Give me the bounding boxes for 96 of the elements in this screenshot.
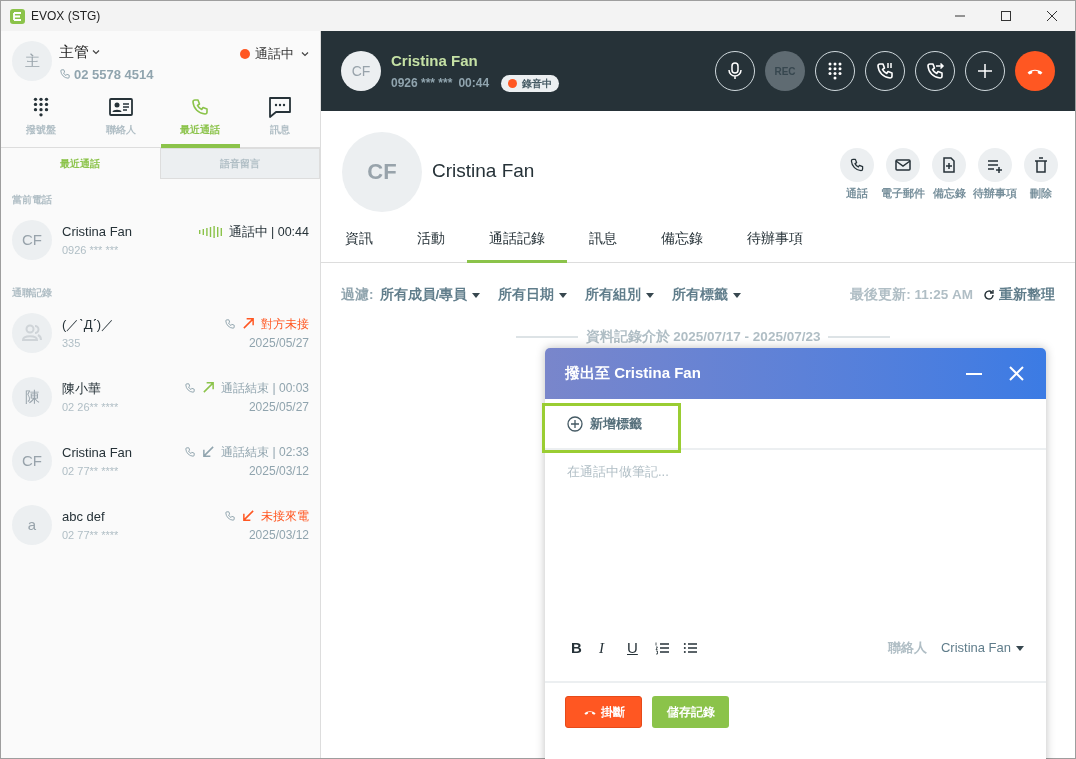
caller-number: 0926 *** *** [391,75,453,93]
app-logo-icon [10,8,25,24]
tab[interactable]: 通話記錄 [467,217,567,263]
call-status: 通話中 | 00:44 [228,224,309,241]
tab[interactable]: 訊息 [567,217,639,263]
filter-dropdown[interactable]: 所有日期 [498,284,568,306]
contact-number: 02 77** **** [62,527,119,543]
contact-name: Cristina Fan [62,444,133,462]
user-phone: 02 5578 4514 [74,65,154,84]
window-title: EVOX (STG) [31,8,101,25]
contact-number: 02 77** **** [62,463,120,479]
phone-icon [184,381,197,394]
bold-button[interactable]: B [571,636,599,660]
contact-avatar: 陳 [12,377,52,417]
contact-label: 聯絡人 [887,639,927,658]
refresh-button[interactable]: 重新整理 [983,284,1055,306]
hang-up-icon [1026,67,1044,75]
contact-name: Cristina Fan [62,223,133,241]
user-name: 主管 [59,42,89,62]
microphone-icon [725,61,745,81]
close-icon [1047,11,1057,21]
contact-name: (／ˋДˊ)／ [62,316,115,334]
phone-forward-icon [925,61,945,81]
tab[interactable]: 資訊 [323,217,395,263]
call-status: 通話結束 | 02:33 [221,443,309,461]
add-tag-button[interactable]: 新增標籤 [567,413,642,434]
phone-pause-icon [875,61,895,81]
call-date: 2025/05/27 [248,398,309,416]
filter-label: 過濾: [341,285,374,304]
note-field[interactable]: 在通話中做筆記... [567,462,1024,632]
status-dropdown[interactable]: 通話中 [240,44,309,64]
contact-number: 02 26** **** [62,399,119,415]
caller-avatar: CF [341,51,381,91]
chevron-down-icon [92,48,100,57]
plus-icon [975,61,995,81]
refresh-icon [983,289,995,301]
phone-icon [59,68,71,81]
phone-icon [184,445,197,458]
user-avatar: 主 [12,41,52,81]
last-updated: 最後更新: 11:25 AM [850,285,973,304]
mail-icon [894,156,912,174]
contact-avatar: CF [12,441,52,481]
sound-wave-icon [198,225,225,240]
chevron-down-icon [301,49,309,58]
caret-down-icon [646,292,655,298]
caller-name: Cristina Fan [391,50,479,71]
call-date: 2025/03/12 [248,462,309,480]
call-status: 對方未接 [261,315,309,333]
tab[interactable]: 備忘錄 [639,217,725,263]
call-duration: 00:44 [458,75,490,93]
dialog-title: 撥出至 Cristina Fan [565,363,701,384]
filter-dropdown[interactable]: 所有組別 [585,284,655,306]
recording-badge: 錄音中 [501,74,560,92]
contact-name: abc def [62,508,106,526]
call-status: 未接來電 [261,507,309,525]
call-date: 2025/03/12 [248,526,309,544]
call-status: 通話結束 | 00:03 [221,379,309,397]
note-icon [940,156,958,174]
filter-dropdown[interactable]: 所有標籤 [672,284,742,306]
caret-down-icon [472,292,481,298]
hang-up-button[interactable]: 掛斷 [565,696,642,728]
caret-down-icon [1016,645,1024,651]
maximize-icon [1001,11,1011,21]
bullet-list-icon [683,641,698,655]
contacts-icon [108,96,133,118]
filter-dropdown[interactable]: 所有成員/專員 [379,284,481,306]
tab[interactable]: 活動 [395,217,467,263]
caret-down-icon [559,292,568,298]
people-icon [21,322,43,344]
contact-number: 335 [62,335,82,351]
contact-avatar: a [12,505,52,545]
numbered-list-icon [655,641,670,655]
phone-icon [224,509,236,522]
contact-number: 0926 *** *** [62,242,120,258]
contact-name: Cristina Fan [432,159,535,184]
phone-icon [848,156,866,174]
date-range-label: 資料記錄介於 2025/07/17 - 2025/07/23 [585,327,821,346]
phone-icon [224,317,236,330]
section-label: 當前電話 [11,193,53,206]
contact-name: 陳小華 [62,380,102,398]
call-date: 2025/05/27 [248,334,309,352]
hangup-button[interactable] [1015,51,1055,91]
minimize-icon [966,372,982,375]
italic-button[interactable]: I [599,636,627,660]
contact-avatar: CF [12,220,52,260]
caret-down-icon [733,292,742,298]
delete-icon [1032,156,1050,174]
underline-button[interactable]: U [627,636,655,660]
close-icon [1008,366,1024,381]
contact-dropdown[interactable]: Cristina Fan [940,638,1024,658]
section-label: 通聯記錄 [11,286,53,299]
plus-circle-icon [567,415,583,432]
minimize-icon [955,15,965,17]
chat-icon [268,96,293,118]
contact-avatar: CF [342,131,422,212]
tab[interactable]: 待辦事項 [725,217,825,263]
